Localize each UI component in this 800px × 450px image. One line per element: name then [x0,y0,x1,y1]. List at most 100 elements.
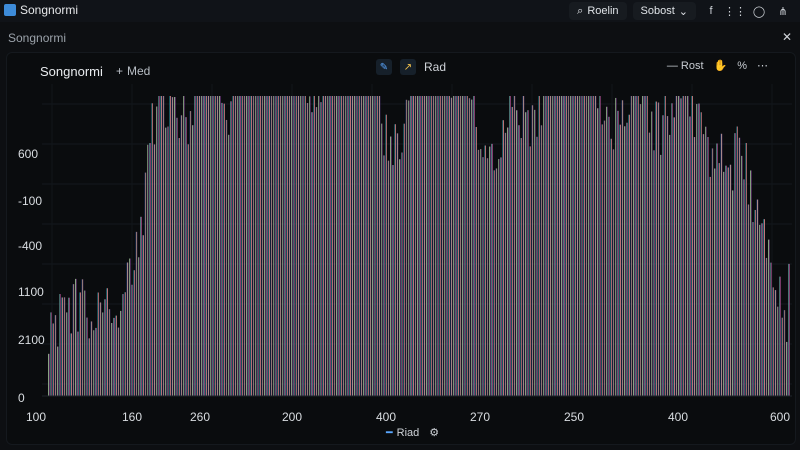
spectrum-bar [435,96,437,396]
reset-dropdown[interactable]: ⌕ Roelin [569,2,627,20]
spectrum-bar [228,134,230,396]
spectrum-bar [567,96,570,396]
spectrum-bar [324,96,327,396]
edit-tool-button[interactable]: ✎ [376,59,392,75]
settings-icon[interactable]: ⋮⋮ [724,5,746,18]
apps-icon[interactable]: ⋔ [774,5,792,18]
spectrum-bar [363,96,365,396]
spectrum-bar [95,327,97,396]
spectrum-bar [608,116,610,396]
spectrum-bar [221,102,223,397]
spectrum-bar [747,204,750,396]
spectrum-bar [333,96,336,396]
spectrum-bar [311,112,313,397]
spectrum-bar [759,224,761,396]
spectrum-bar [340,96,342,396]
spectrum-bar [117,327,120,396]
spectrum-bar [720,133,723,396]
spectrum-bar [612,149,615,396]
spectrum-bar [725,165,727,396]
spectrum-bar [738,137,741,396]
spectrum-bar [264,96,266,396]
spectrum-bar [673,117,675,396]
spectrum-bar [662,115,664,397]
spectrum-bar [120,310,122,396]
spectrum-bar [255,96,257,396]
spectrum-bar [552,96,554,396]
spectrum-bar [617,110,619,397]
spectrum-bar [603,120,606,397]
spectrum-bar [153,144,156,396]
spectrum-bar [570,96,572,396]
spectrum-bar [286,96,288,396]
spectrum-bar [691,96,693,396]
spectrum-bar [133,270,135,396]
spectrum-bar [194,96,196,396]
spectrum-bar [502,120,504,396]
spectrum-bar [432,96,435,396]
spectrum-bar [90,321,93,396]
x-tick-label: 100 [26,410,47,424]
spectrum-bar [457,96,459,396]
function-icon[interactable]: f [702,5,720,17]
spectrum-bar [772,287,774,396]
spectrum-bar [601,124,603,396]
spectrum-bar [57,346,59,396]
spectrum-bar [462,96,464,396]
more-icon[interactable]: ⋯ [757,59,768,72]
spectrum-bar [588,96,590,396]
spectrum-bar [475,126,477,396]
sort-dropdown[interactable]: Sobost ⌄ [632,2,696,20]
spectrum-bar [257,96,259,396]
sort-dropdown-label: Sobost [640,5,675,17]
spectrum-bar [345,96,347,396]
page-subtitle: Songnormi [8,31,67,45]
spectrum-bar [534,109,536,397]
spectrum-bar [241,96,243,396]
percent-button[interactable]: % [737,60,747,72]
spectrum-bar [468,98,471,396]
spectrum-bar [729,164,732,396]
spectrum-bar [180,115,183,397]
spectrum-bar [473,96,475,396]
spectrum-bar [680,98,682,397]
title-bar: Songnormi ⌕ Roelin Sobost ⌄ f ⋮⋮ ◯ ⋔ [0,0,800,22]
spectrum-bar [59,294,61,396]
spectrum-bar [165,127,167,397]
spectrum-bar [455,96,457,396]
y-tick-label: -400 [18,239,43,253]
spectrum-bar [556,96,558,396]
spectrum-bar [493,170,495,396]
spectrum-bar [392,165,394,396]
spectrum-bar [664,96,666,396]
spectrum-bar [342,96,345,396]
add-mode-button[interactable]: + Med [116,64,150,78]
spectrum-bar [212,96,214,396]
spectrum-bar [318,96,320,396]
spectrum-bar [417,96,419,396]
spectrum-bar [441,96,444,396]
spectrum-bar [727,167,729,396]
spectrum-bar [428,96,430,396]
spectrum-bar [374,96,376,396]
spectrum-bar [171,97,174,396]
hand-icon[interactable]: ✋ [714,59,728,72]
spectrum-bar [273,96,275,396]
spectrum-bar [401,152,403,396]
y-tick-label: 0 [18,391,25,405]
gear-icon[interactable]: ⚙ [429,426,439,439]
power-icon[interactable]: ◯ [750,5,768,18]
spectrum-bar [131,284,133,396]
arrow-tool-button[interactable]: ↗ [400,59,416,75]
spectrum-bar [410,96,412,396]
spectrum-bar [376,96,378,396]
spectrum-bar [752,222,754,396]
rost-control[interactable]: — Rost [667,60,704,72]
spectrum-bar [315,107,318,396]
spectrum-bar [414,96,417,396]
footer-link[interactable]: ━ Riad [386,426,419,440]
spectrum-bar [480,149,482,396]
spectrum-bar [68,297,70,396]
close-icon[interactable]: ✕ [782,30,792,44]
spectrum-bar [606,106,608,396]
